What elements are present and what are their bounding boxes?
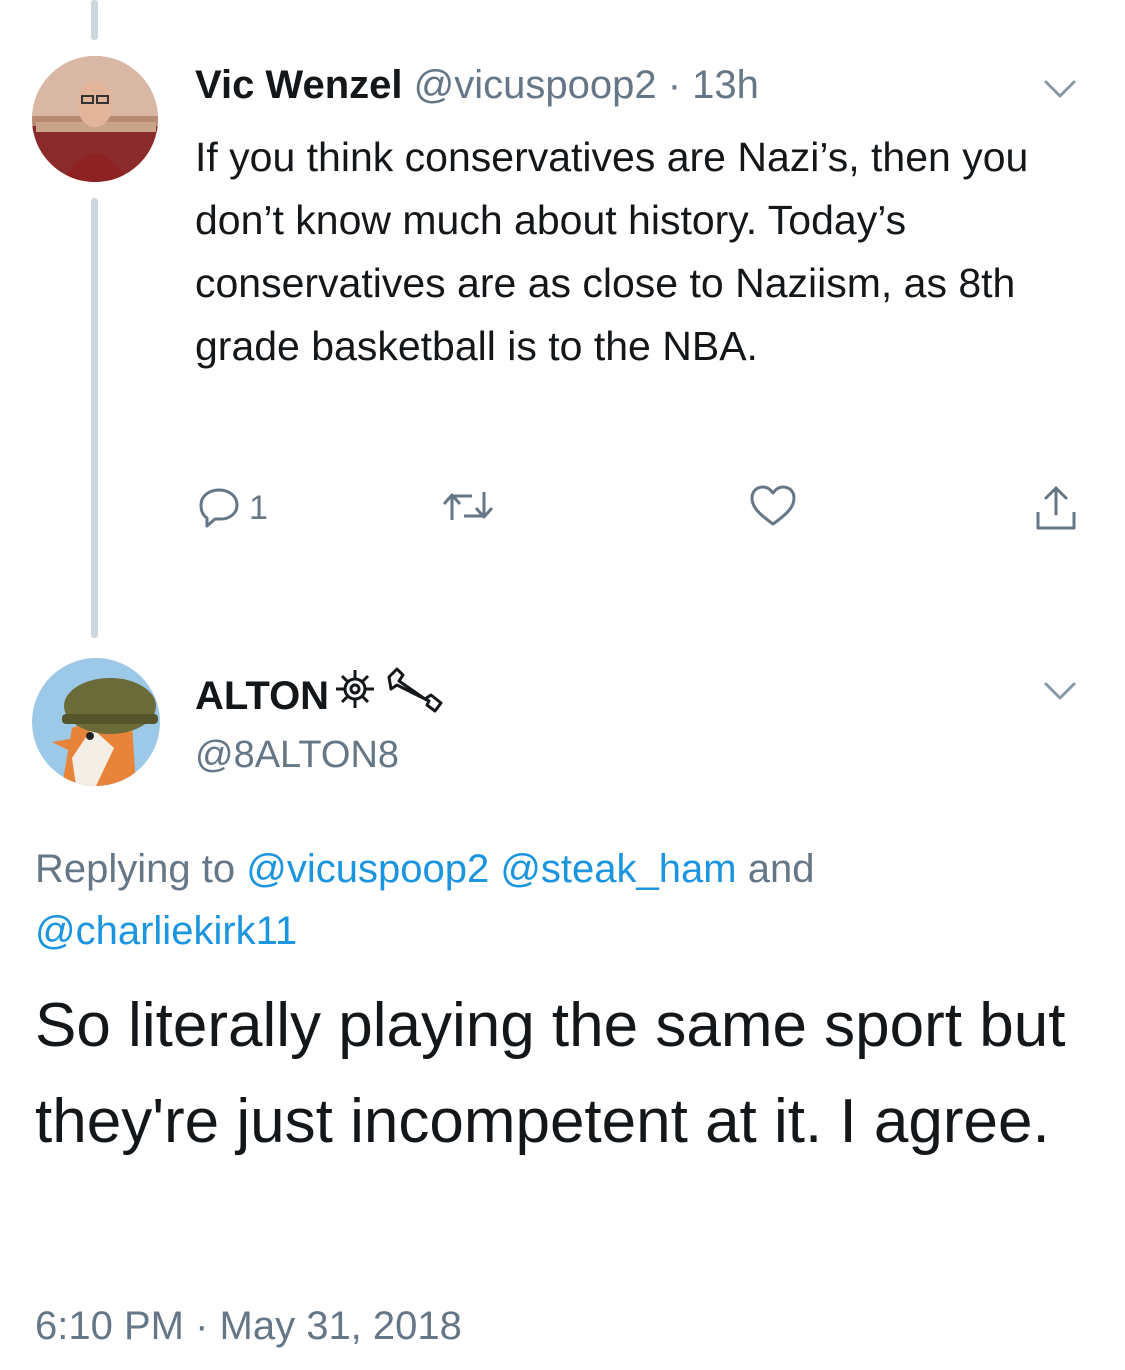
gear-icon [331,665,379,727]
reply-icon [195,482,243,535]
tweet1-time-separator: · [656,63,693,107]
chevron-down-icon[interactable] [1040,74,1080,104]
tweet1-author-name[interactable]: Vic Wenzel [195,63,403,107]
tweet1-actions: 1 [195,482,1095,542]
share-button[interactable] [1030,482,1082,539]
tweet2-timestamp[interactable]: 6:10 PM · May 31, 2018 [35,1298,462,1354]
reply-button[interactable]: 1 [195,482,268,535]
tweet2-author-handle[interactable]: @8ALTON8 [195,728,399,782]
avatar-alton[interactable] [32,658,160,786]
retweet-icon [440,482,496,535]
tweet2-author-name-row: ALTON [195,665,447,727]
tweet1-header: Vic Wenzel @vicuspoop2 · 13h [195,58,759,112]
thread-line [91,198,98,638]
avatar-vic-wenzel[interactable] [32,56,158,182]
share-icon [1030,482,1082,539]
tweet1-text: If you think conservatives are Nazi’s, t… [195,134,1029,369]
reply-count: 1 [249,489,268,527]
mention-link[interactable]: @steak_ham [500,847,736,891]
replying-prefix: Replying to [35,847,247,891]
thread-line-top [91,0,98,40]
tweet1-author-handle[interactable]: @vicuspoop2 [414,63,657,107]
tweet1-time[interactable]: 13h [692,63,759,107]
tweet2-text: So literally playing the same sport but … [35,991,1066,1156]
mention-link[interactable]: @vicuspoop2 [246,847,489,891]
and-text: and [736,847,815,891]
like-button[interactable] [747,482,799,535]
wrench-icon [383,665,447,727]
replying-to: Replying to @vicuspoop2 @steak_ham and @… [35,838,1085,962]
heart-icon [747,482,799,535]
mention-link[interactable]: @charliekirk11 [35,909,297,953]
chevron-down-icon[interactable] [1040,676,1080,706]
tweet2-author-name[interactable]: ALTON [195,669,329,723]
retweet-button[interactable] [440,482,496,535]
